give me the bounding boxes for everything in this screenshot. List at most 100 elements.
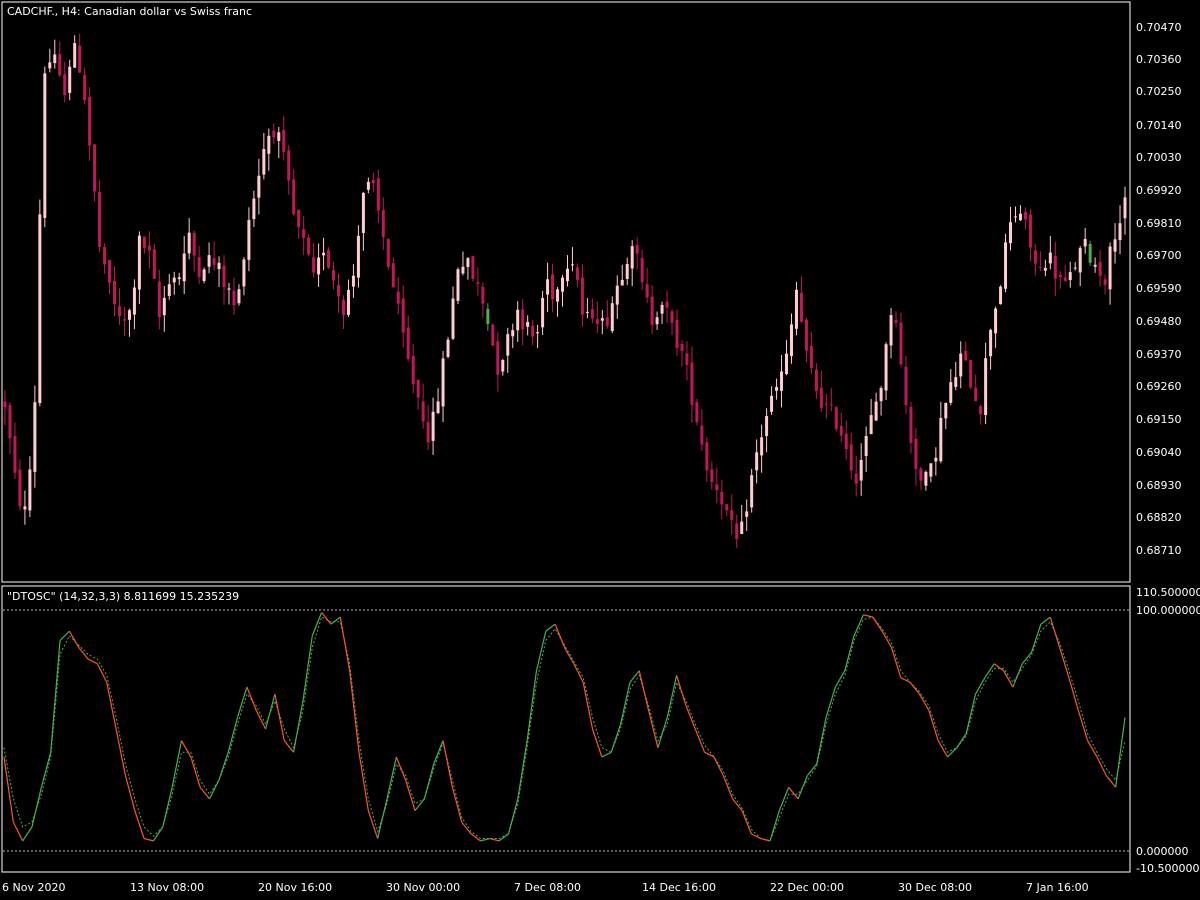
candle-body [1009,222,1013,244]
candle-body [113,280,117,305]
candle-body [1093,264,1097,267]
candle-body [655,317,659,325]
price-tick-label: 0.68820 [1136,511,1182,524]
candle-body [1083,238,1087,247]
candle-body [1038,266,1042,268]
candle [794,281,798,336]
candle-body [23,506,27,510]
candle-body [217,262,221,270]
candle-body [780,371,784,391]
candle-body [884,344,888,391]
chart-background [0,0,1200,900]
candle-body [406,327,410,359]
candle-body [43,73,47,219]
candle-body [197,257,201,277]
candle-body [167,284,171,296]
candle-body [874,401,878,421]
candle-body [297,209,301,228]
candle [695,398,699,426]
candle-body [516,309,520,331]
candle-body [1033,250,1037,264]
price-panel-title: CADCHF., H4: Canadian dollar vs Swiss fr… [7,5,252,18]
candle-body [351,275,355,287]
candle-body [277,132,281,141]
candle-body [1103,279,1107,285]
candle-body [730,510,734,520]
price-tick-label: 0.69150 [1136,413,1182,426]
candle-body [869,415,873,435]
candle-body [416,379,420,398]
candle-body [287,150,291,181]
candle-body [93,144,97,192]
candle-body [282,129,286,153]
candle-body [68,66,72,93]
price-tick-label: 0.70250 [1136,85,1182,98]
candle-body [834,407,838,430]
candle-body [546,279,550,295]
candle-body [849,444,853,471]
candle-body [292,179,296,215]
candle-body [108,260,112,283]
indicator-panel-title: "DTOSC" (14,32,3,3) 8.811699 15.235239 [7,590,239,603]
candle-body [431,411,435,441]
x-tick-label: 22 Dec 00:00 [770,881,844,894]
chart-canvas: CADCHF., H4: Canadian dollar vs Swiss fr… [0,0,1200,900]
candle-body [561,277,565,292]
candle-body [864,435,868,456]
candle-body [142,236,146,248]
price-tick-label: 0.69480 [1136,315,1182,328]
candle-body [939,418,943,462]
candle-body [501,360,505,372]
candle-body [804,319,808,351]
candle-body [954,377,958,387]
candle-body [1118,223,1122,241]
candle-body [944,402,948,419]
candle-body [257,175,261,198]
candle-body [585,311,589,313]
candle-body [227,288,231,290]
candle-body [1073,267,1077,269]
candle-body [356,235,360,278]
candle-body [964,350,968,361]
candle-body [262,148,266,175]
candle-body [496,341,500,375]
candle-body [929,463,933,477]
candle-body [785,353,789,375]
candle [491,323,495,347]
candle-body [381,210,385,237]
candle-body [33,402,37,472]
candle-body [879,388,883,402]
candle [43,66,47,228]
candle-body [337,285,341,297]
candle-body [1048,252,1052,264]
candle-body [904,366,908,406]
candle-body [1053,255,1057,279]
candle-body [934,457,938,462]
price-tick-label: 0.69260 [1136,380,1182,393]
candle-body [949,382,953,403]
candle-body [789,324,793,357]
candle-body [775,386,779,391]
candle-body [680,343,684,351]
candle-body [53,54,57,64]
candle-body [1098,262,1102,276]
candle-body [376,178,380,211]
candle-body [999,286,1003,305]
candle-body [396,291,400,304]
candle-body [899,322,903,365]
candle-body [1018,213,1022,221]
candle [327,247,331,270]
candle-body [98,192,102,247]
candle-body [88,96,92,146]
candle-body [466,258,470,267]
candle-body [720,491,724,505]
price-tick-label: 0.69810 [1136,217,1182,230]
candle-body [232,290,236,306]
candle-body [187,232,191,254]
x-tick-label: 30 Nov 00:00 [386,881,460,894]
candle-body [610,303,614,332]
candle-body [182,253,186,282]
candle-body [725,504,729,511]
x-tick-label: 7 Jan 16:00 [1026,881,1089,894]
candle-body [207,255,211,267]
